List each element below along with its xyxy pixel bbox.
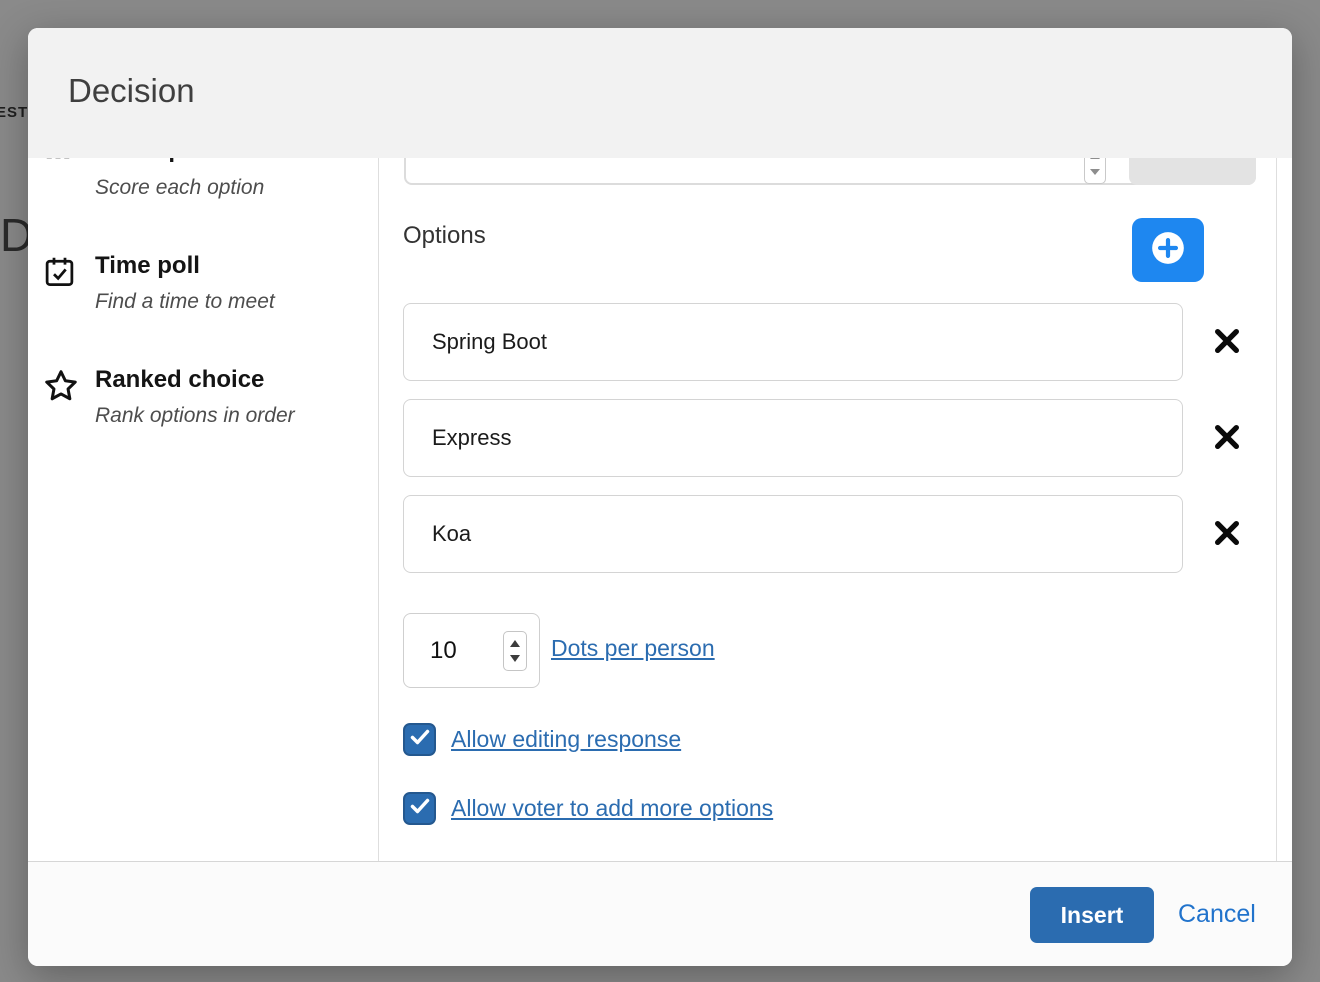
sidebar-item-ranked-choice-desc: Rank options in order — [95, 404, 295, 428]
sidebar-item-score-poll-desc: Score each option — [95, 176, 264, 200]
option-value: Express — [432, 425, 511, 451]
check-icon — [408, 794, 432, 823]
cancel-button[interactable]: Cancel — [1178, 900, 1256, 929]
add-option-button[interactable] — [1132, 218, 1204, 282]
option-input[interactable]: Express — [403, 399, 1183, 477]
dots-per-person-input[interactable] — [430, 614, 492, 687]
sidebar-item-ranked-choice[interactable]: Ranked choice — [95, 366, 264, 394]
star-icon — [43, 368, 79, 409]
remove-option-button[interactable] — [1205, 512, 1249, 556]
insert-button[interactable]: Insert — [1030, 887, 1154, 943]
sidebar-item-time-poll[interactable]: Time poll — [95, 252, 200, 280]
remove-option-button[interactable] — [1205, 320, 1249, 364]
screen: EST Do Score poll Score each option Time… — [0, 0, 1320, 982]
x-icon — [1211, 325, 1243, 360]
decision-modal: Score poll Score each option Time poll F… — [28, 28, 1292, 966]
x-icon — [1211, 421, 1243, 456]
option-value: Koa — [432, 521, 471, 547]
modal-header: Decision — [28, 28, 1292, 158]
stepper-up-icon — [510, 640, 520, 647]
dots-per-person-field — [403, 613, 540, 688]
option-value: Spring Boot — [432, 329, 547, 355]
remove-option-button[interactable] — [1205, 416, 1249, 460]
stepper-down-icon — [510, 655, 520, 662]
option-input[interactable]: Koa — [403, 495, 1183, 573]
options-label: Options — [403, 222, 486, 250]
x-icon — [1211, 517, 1243, 552]
modal-footer: Insert Cancel — [28, 861, 1292, 966]
allow-add-options-label[interactable]: Allow voter to add more options — [451, 795, 773, 822]
allow-editing-checkbox[interactable] — [403, 723, 436, 756]
calendar-check-icon — [43, 255, 76, 293]
plus-circle-icon — [1149, 229, 1187, 272]
spinner-down-icon — [1090, 169, 1100, 175]
sidebar-item-time-poll-desc: Find a time to meet — [95, 290, 275, 314]
check-icon — [408, 725, 432, 754]
background-clipped-text: EST — [0, 104, 28, 121]
dots-per-person-stepper[interactable] — [503, 631, 527, 671]
modal-title: Decision — [68, 72, 195, 110]
dots-per-person-label[interactable]: Dots per person — [551, 635, 715, 662]
option-input[interactable]: Spring Boot — [403, 303, 1183, 381]
allow-add-options-checkbox[interactable] — [403, 792, 436, 825]
allow-editing-label[interactable]: Allow editing response — [451, 726, 681, 753]
